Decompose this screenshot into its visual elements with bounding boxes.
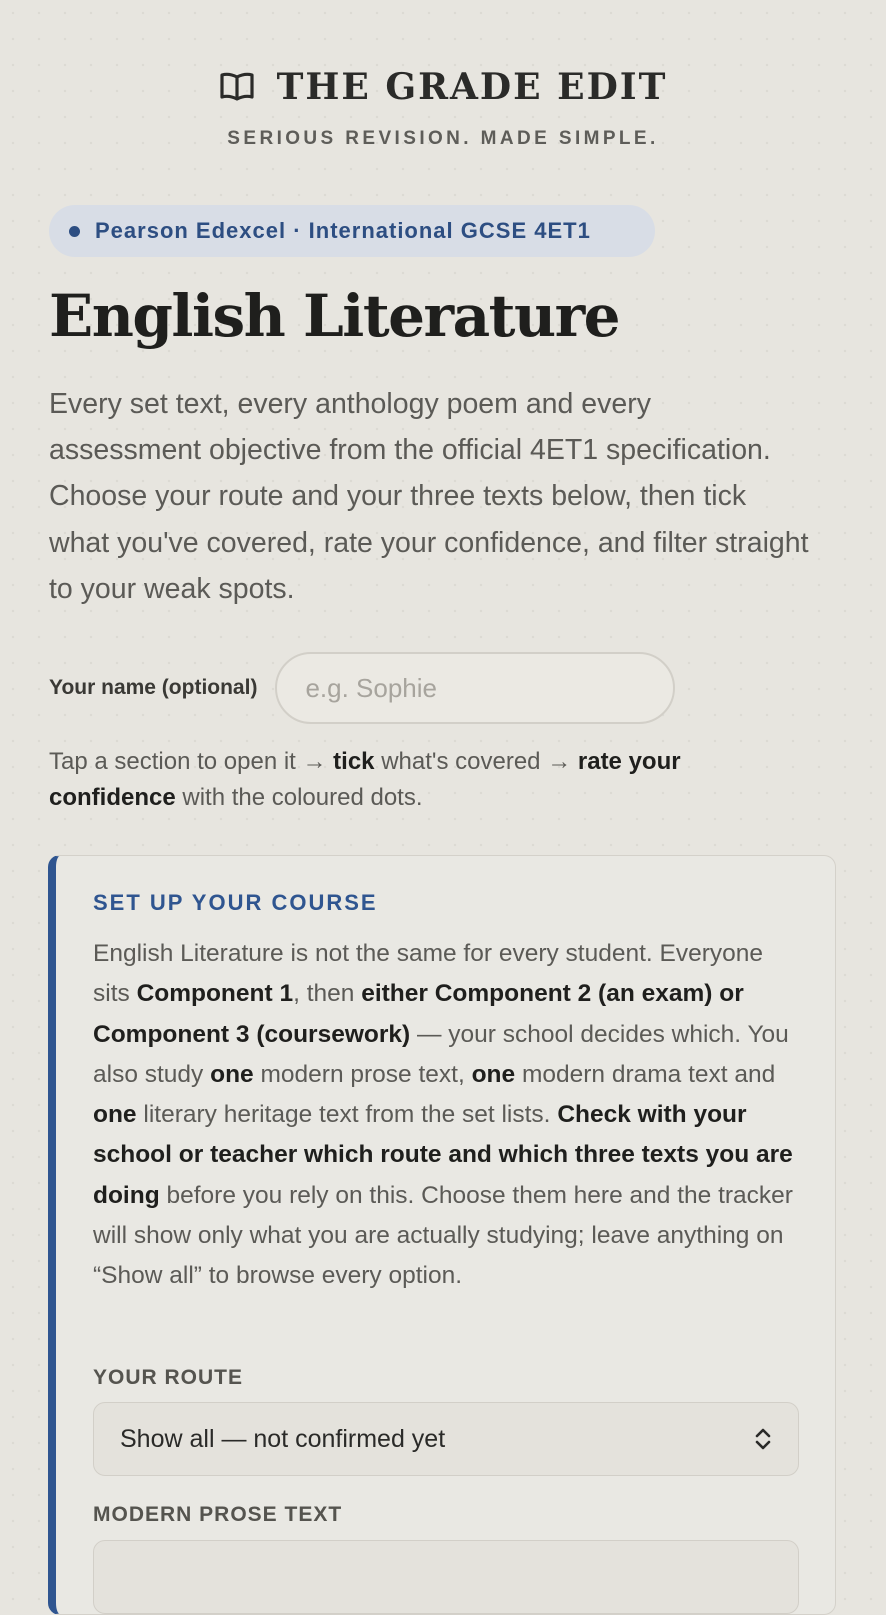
page-intro: Every set text, every anthology poem and… <box>49 388 809 605</box>
setup-text: before you rely on this. Choose them her… <box>93 1181 793 1290</box>
name-label: Your name (optional) <box>49 676 258 699</box>
brand-header: THE GRADE EDIT <box>0 66 886 108</box>
setup-bold: one <box>93 1101 137 1129</box>
setup-body: English Literature is not the same for e… <box>93 934 803 1297</box>
instructions-part-1: Tap a section to open it → <box>49 748 334 775</box>
route-select-value: Show all — not confirmed yet <box>120 1424 446 1453</box>
setup-heading: SET UP YOUR COURSE <box>93 890 378 915</box>
instructions-part-2: what's covered → <box>374 748 578 775</box>
instructions: Tap a section to open it → tick what's c… <box>49 744 809 816</box>
badge-dot-icon <box>69 225 80 237</box>
setup-bold: one <box>471 1060 516 1088</box>
setup-text: , then <box>293 980 362 1008</box>
chevron-up-down-icon <box>754 1426 772 1452</box>
instructions-tick: tick <box>333 748 375 775</box>
brand-tagline: SERIOUS REVISION. MADE SIMPLE. <box>227 128 659 149</box>
prose-text-select[interactable] <box>93 1540 799 1614</box>
instructions-part-3: with the coloured dots. <box>175 784 423 811</box>
prose-text-label: MODERN PROSE TEXT <box>93 1503 343 1526</box>
name-field-row: Your name (optional) <box>49 652 676 724</box>
badge-text: Pearson Edexcel · International GCSE 4ET… <box>95 218 591 243</box>
page-title: English Literature <box>49 282 621 350</box>
setup-text: modern prose text, <box>253 1060 472 1088</box>
brand-name: THE GRADE EDIT <box>276 66 668 108</box>
open-book-icon <box>219 70 255 104</box>
route-label: YOUR ROUTE <box>93 1366 244 1389</box>
setup-bold: Component 1 <box>136 980 294 1008</box>
page: THE GRADE EDIT SERIOUS REVISION. MADE SI… <box>0 0 886 1615</box>
setup-text: literary heritage text from the set list… <box>136 1101 558 1129</box>
setup-bold: one <box>210 1060 254 1088</box>
route-select[interactable]: Show all — not confirmed yet <box>93 1402 799 1476</box>
name-input[interactable] <box>275 652 676 724</box>
setup-course-card: SET UP YOUR COURSE English Literature is… <box>48 855 836 1615</box>
exam-board-badge: Pearson Edexcel · International GCSE 4ET… <box>49 205 655 257</box>
setup-text: modern drama text and <box>515 1060 776 1088</box>
